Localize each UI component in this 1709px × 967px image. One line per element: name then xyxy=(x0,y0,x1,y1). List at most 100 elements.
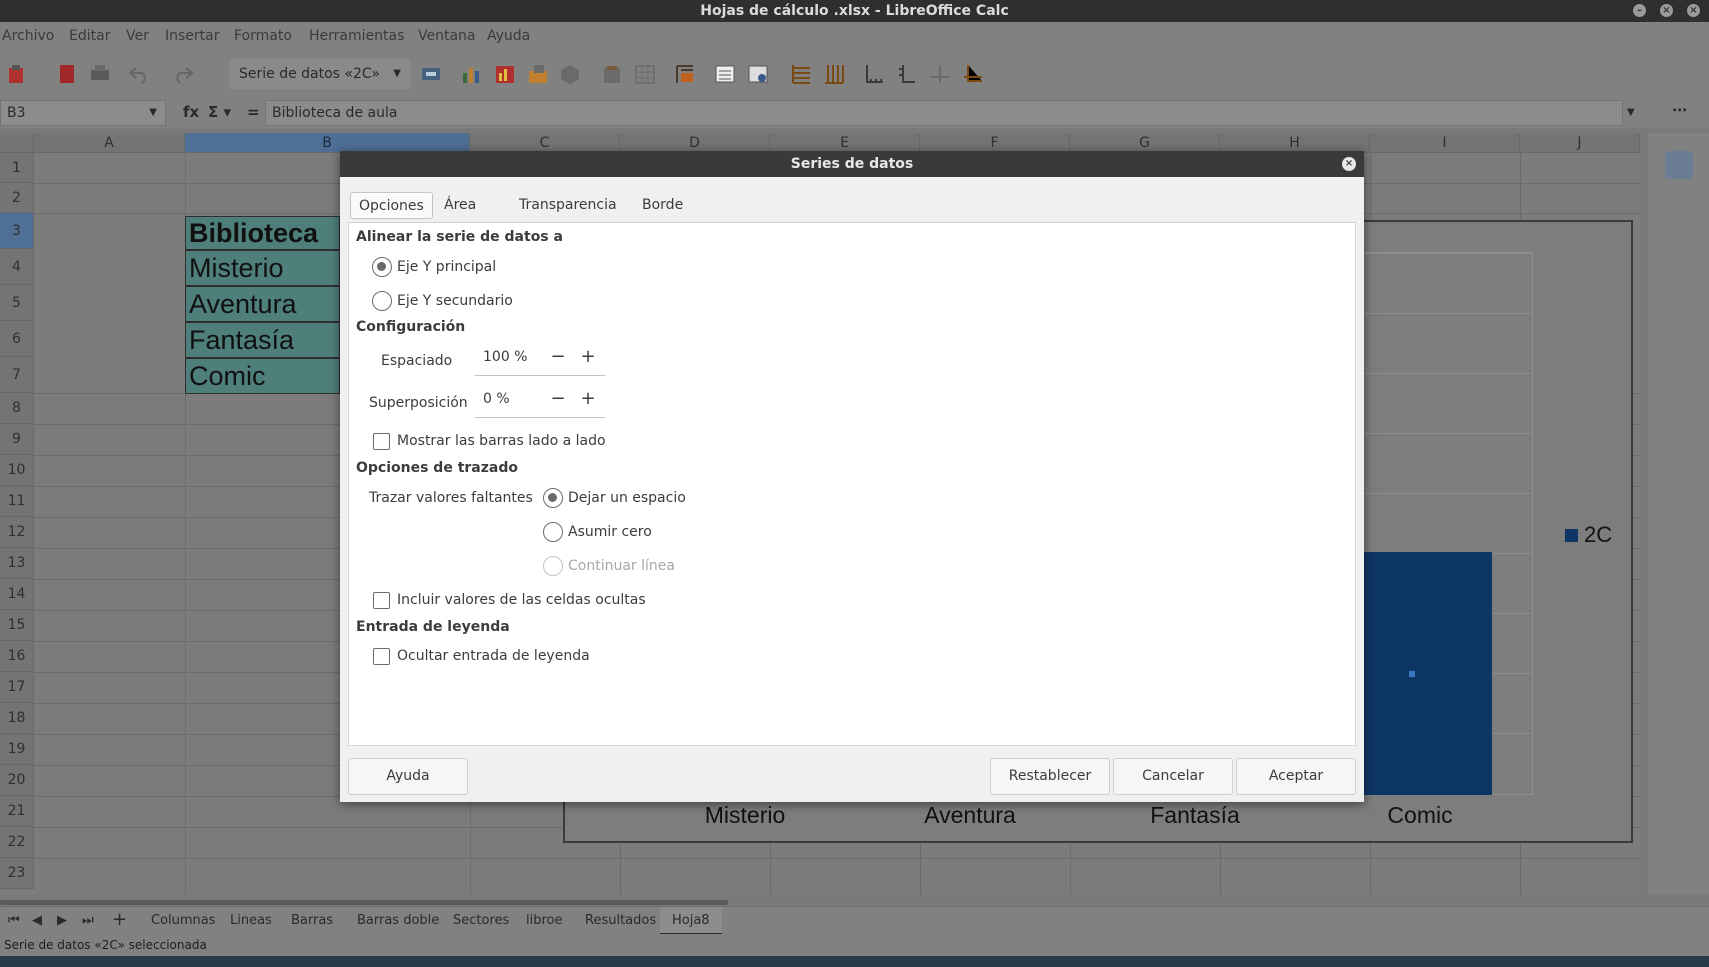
missing-zero-radio[interactable] xyxy=(543,522,563,542)
3d-view-icon[interactable] xyxy=(559,63,581,85)
prev-sheet-icon[interactable]: ◀ xyxy=(32,913,42,928)
add-sheet-icon[interactable]: + xyxy=(112,909,127,930)
ok-button[interactable]: Aceptar xyxy=(1236,758,1356,795)
row-header[interactable]: 3 xyxy=(0,213,34,249)
menu-herramientas[interactable]: Herramientas xyxy=(309,28,404,44)
horizontal-grid-icon[interactable] xyxy=(790,63,812,85)
spacing-value[interactable]: 100 % xyxy=(483,349,527,365)
menu-formato[interactable]: Formato xyxy=(234,28,292,44)
column-header-h[interactable]: H xyxy=(1220,133,1370,153)
row-header[interactable]: 19 xyxy=(0,734,34,765)
tab-opciones[interactable]: Opciones xyxy=(350,192,433,219)
row-header[interactable]: 8 xyxy=(0,393,34,424)
cell-b6[interactable]: Fantasía xyxy=(185,322,340,358)
missing-zero-label[interactable]: Asumir cero xyxy=(568,522,652,542)
row-header[interactable]: 23 xyxy=(0,858,34,889)
minimize-icon[interactable]: – xyxy=(1633,4,1646,17)
menu-archivo[interactable]: Archivo xyxy=(2,28,54,44)
all-axes-icon[interactable] xyxy=(929,63,951,85)
print-icon[interactable] xyxy=(89,63,111,85)
sheet-tab[interactable]: Resultados xyxy=(585,913,656,928)
sheet-tab[interactable]: Sectores xyxy=(453,913,509,928)
undo-icon[interactable] xyxy=(128,63,150,85)
last-sheet-icon[interactable]: ⏭ xyxy=(82,913,94,928)
column-header-b[interactable]: B xyxy=(185,133,470,153)
side-by-side-checkbox[interactable] xyxy=(373,433,390,450)
format-selection-icon[interactable] xyxy=(420,63,442,85)
hidden-cells-label[interactable]: Incluir valores de las celdas ocultas xyxy=(397,590,646,610)
chart-type-icon[interactable] xyxy=(460,63,482,85)
sheet-tab[interactable]: Lineas xyxy=(230,913,272,928)
x-axis-icon[interactable] xyxy=(863,63,885,85)
maximize-icon[interactable]: × xyxy=(1660,4,1673,17)
data-table-icon[interactable] xyxy=(601,63,623,85)
row-header[interactable]: 18 xyxy=(0,703,34,734)
y-axis-icon[interactable] xyxy=(895,63,917,85)
row-header[interactable]: 1 xyxy=(0,153,34,183)
row-header[interactable]: 5 xyxy=(0,285,34,321)
sheet-tab[interactable]: libroe xyxy=(526,913,563,928)
more-options-icon[interactable]: ⋯ xyxy=(1672,101,1687,119)
properties-icon[interactable] xyxy=(1665,151,1693,179)
help-button[interactable]: Ayuda xyxy=(348,758,468,795)
cell-b7[interactable]: Comic xyxy=(185,358,340,394)
next-sheet-icon[interactable]: ▶ xyxy=(57,913,67,928)
chevron-down-icon[interactable]: ▼ xyxy=(149,101,157,125)
axes-format-icon[interactable] xyxy=(962,63,984,85)
title-icon[interactable] xyxy=(674,63,696,85)
redo-icon[interactable] xyxy=(172,63,194,85)
tab-borde[interactable]: Borde xyxy=(634,192,691,219)
chart-legend[interactable]: 2C xyxy=(1565,522,1612,548)
plus-icon[interactable]: + xyxy=(578,388,598,409)
plus-icon[interactable]: + xyxy=(578,346,598,367)
row-header[interactable]: 7 xyxy=(0,357,34,393)
menu-ayuda[interactable]: Ayuda xyxy=(487,28,530,44)
row-header[interactable]: 10 xyxy=(0,455,34,486)
column-header-g[interactable]: G xyxy=(1070,133,1220,153)
spacing-stepper[interactable]: 100 % − + xyxy=(475,342,605,376)
align-secondary-label[interactable]: Eje Y secundario xyxy=(397,291,513,311)
align-secondary-radio[interactable] xyxy=(372,291,392,311)
tab-area[interactable]: Área xyxy=(436,192,484,219)
expand-formula-icon[interactable]: ▼ xyxy=(1627,107,1635,118)
row-header[interactable]: 16 xyxy=(0,641,34,672)
sheet-tab[interactable]: Barras xyxy=(291,913,333,928)
cell-b3[interactable]: Biblioteca xyxy=(185,216,340,250)
close-icon[interactable]: × xyxy=(1342,157,1356,171)
align-primary-radio[interactable] xyxy=(372,257,392,277)
cell-b4[interactable]: Misterio xyxy=(185,250,340,286)
align-primary-label[interactable]: Eje Y principal xyxy=(397,257,496,277)
missing-gap-label[interactable]: Dejar un espacio xyxy=(568,488,686,508)
vertical-grid-icon[interactable] xyxy=(823,63,845,85)
minus-icon[interactable]: − xyxy=(548,346,568,367)
row-header[interactable]: 9 xyxy=(0,424,34,455)
chart-wall-icon[interactable] xyxy=(527,63,549,85)
sheet-tab[interactable]: Barras doble xyxy=(357,913,439,928)
first-sheet-icon[interactable]: ⏮ xyxy=(8,913,20,928)
menu-ventana[interactable]: Ventana xyxy=(418,28,476,44)
row-header[interactable]: 13 xyxy=(0,548,34,579)
sheet-tab-active[interactable]: Hoja8 xyxy=(660,907,722,935)
row-header[interactable]: 14 xyxy=(0,579,34,610)
data-ranges-icon[interactable] xyxy=(634,63,656,85)
row-header[interactable]: 17 xyxy=(0,672,34,703)
horizontal-scrollbar[interactable] xyxy=(0,900,728,905)
row-header[interactable]: 6 xyxy=(0,321,34,357)
column-header-d[interactable]: D xyxy=(620,133,770,153)
legend-icon[interactable] xyxy=(714,63,736,85)
column-header-e[interactable]: E xyxy=(770,133,920,153)
row-header[interactable]: 15 xyxy=(0,610,34,641)
column-header-j[interactable]: J xyxy=(1520,133,1640,153)
paste-icon[interactable] xyxy=(6,63,28,85)
column-header-i[interactable]: I xyxy=(1370,133,1520,153)
cancel-button[interactable]: Cancelar xyxy=(1113,758,1233,795)
legend-toggle-icon[interactable] xyxy=(747,63,769,85)
missing-gap-radio[interactable] xyxy=(543,488,563,508)
pdf-export-icon[interactable] xyxy=(56,63,78,85)
overlap-value[interactable]: 0 % xyxy=(483,391,510,407)
column-header-c[interactable]: C xyxy=(470,133,620,153)
minus-icon[interactable]: − xyxy=(548,388,568,409)
column-header-a[interactable]: A xyxy=(34,133,185,153)
hide-legend-checkbox[interactable] xyxy=(373,648,390,665)
menu-insertar[interactable]: Insertar xyxy=(165,28,220,44)
